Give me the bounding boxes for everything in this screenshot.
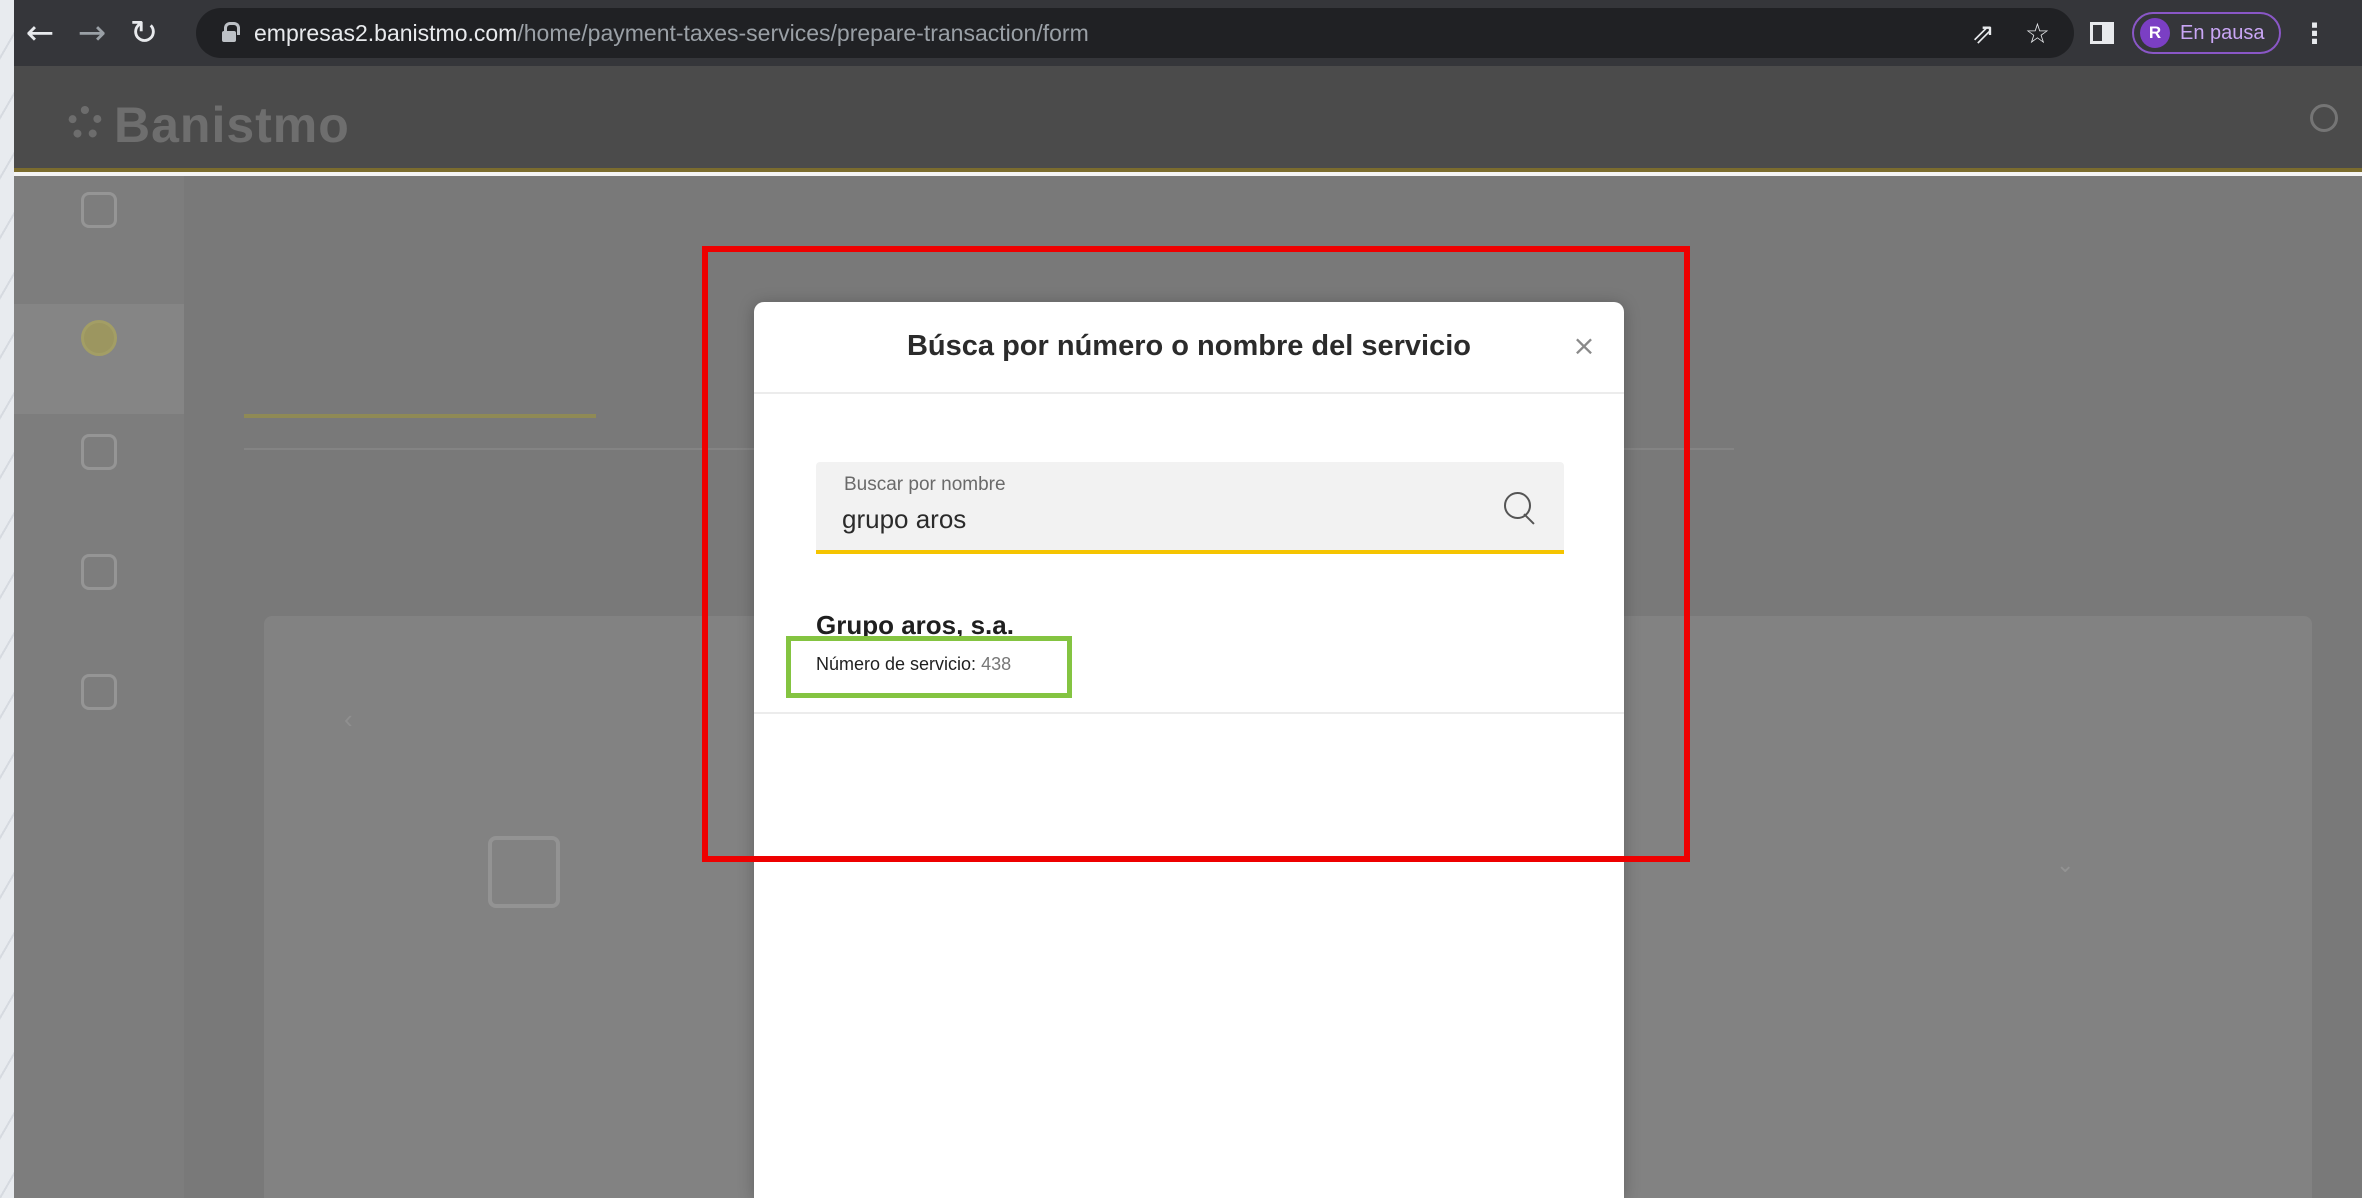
sidebar-item-1	[14, 176, 184, 286]
tab-blurred	[244, 394, 596, 418]
search-field[interactable]: Buscar por nombre	[816, 462, 1564, 554]
sidebar-item-2-active	[14, 304, 184, 414]
share-icon[interactable]: ⇗	[1971, 17, 1994, 50]
sidebar-item-4	[14, 538, 184, 648]
side-panel-icon[interactable]	[2090, 22, 2114, 44]
result-service-number: Número de servicio: 438	[816, 654, 1011, 675]
exit-icon	[2310, 104, 2338, 132]
logo-mark-icon	[68, 106, 102, 140]
lock-icon[interactable]	[222, 22, 240, 42]
browser-toolbar: ← → ↻ empresas2.banistmo.com/home/paymen…	[14, 0, 2362, 66]
modal-title: Búsca por número o nombre del servicio	[906, 330, 1472, 362]
search-icon[interactable]	[1504, 492, 1538, 526]
bookmark-star-icon[interactable]: ☆	[2025, 17, 2050, 50]
sidebar-item-5	[14, 658, 184, 768]
profile-button[interactable]: R En pausa	[2132, 12, 2281, 54]
profile-status: En pausa	[2180, 21, 2265, 44]
logo: Banistmo	[114, 97, 350, 153]
coin-icon	[81, 320, 117, 356]
url-path: /home/payment-taxes-services/prepare-tra…	[517, 19, 1089, 46]
service-number-value: 438	[981, 654, 1012, 674]
address-actions: ⇗ ☆	[1971, 8, 2050, 58]
modal-header: Búsca por número o nombre del servicio ×	[754, 302, 1624, 394]
search-label: Buscar por nombre	[844, 474, 1006, 495]
reload-icon[interactable]: ↻	[118, 13, 170, 53]
chevron-down-icon: ⌄	[2056, 852, 2075, 877]
close-icon[interactable]: ×	[1566, 328, 1602, 364]
app-header: Banistmo	[14, 66, 2362, 172]
service-search-modal: Búsca por número o nombre del servicio ×…	[754, 302, 1624, 1198]
search-result-item[interactable]: Grupo aros, s.a. Número de servicio: 438	[754, 598, 1624, 714]
help-icon	[81, 674, 117, 710]
forward-arrow-icon[interactable]: →	[66, 13, 118, 53]
document-icon	[81, 192, 117, 228]
kebab-menu-icon[interactable]: ⋮	[2301, 17, 2329, 50]
sidebar	[14, 176, 184, 1198]
admin-icon	[81, 554, 117, 590]
avatar: R	[2140, 18, 2170, 48]
service-number-label: Número de servicio:	[816, 654, 977, 674]
decorative-edge	[0, 0, 14, 1198]
back-arrow-icon[interactable]: ←	[14, 13, 66, 53]
result-service-name: Grupo aros, s.a.	[816, 610, 1014, 640]
address-bar[interactable]: empresas2.banistmo.com/home/payment-taxe…	[196, 8, 2074, 58]
list-icon	[81, 434, 117, 470]
account-icon	[488, 836, 560, 908]
back-chevron-icon: ‹	[344, 704, 353, 734]
search-input[interactable]	[842, 500, 1482, 538]
sidebar-item-3	[14, 418, 184, 528]
url-domain: empresas2.banistmo.com	[254, 19, 518, 46]
